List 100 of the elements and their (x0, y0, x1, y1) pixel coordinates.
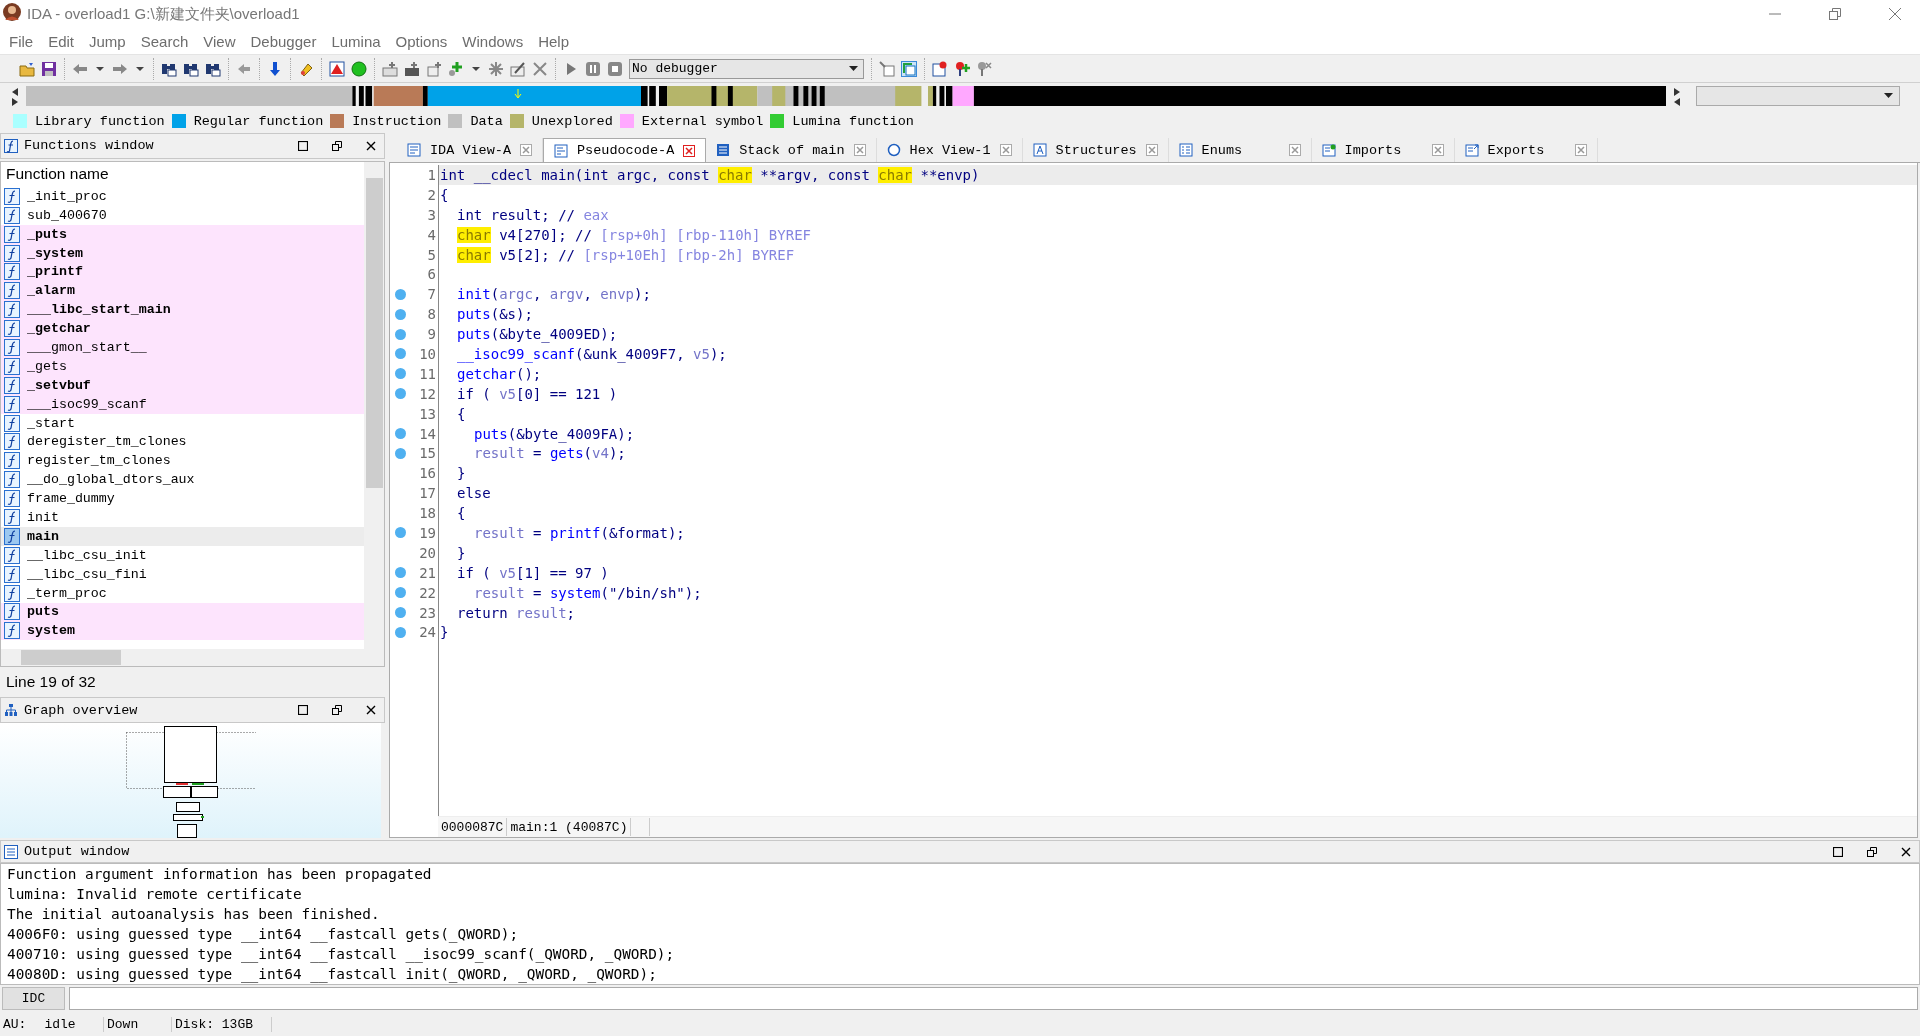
maximize-icon[interactable] (298, 705, 308, 716)
function-row[interactable]: _printf (1, 262, 364, 282)
navigation-band-drawing[interactable] (26, 86, 1666, 106)
pause-icon[interactable] (585, 60, 601, 77)
tab-close-icon[interactable] (1431, 144, 1444, 156)
close-icon[interactable] (366, 140, 376, 151)
column-header[interactable]: Function name (1, 161, 364, 187)
stop-icon[interactable] (607, 60, 623, 77)
menu-item[interactable]: Lumina (324, 32, 389, 50)
code-line: puts(&s); (456, 306, 533, 323)
menu-item[interactable]: File (2, 32, 42, 50)
tab-close-icon[interactable] (1145, 144, 1158, 156)
idc-button[interactable]: IDC (2, 987, 65, 1010)
line-number: 5 (427, 246, 436, 263)
function-row[interactable]: _getchar (1, 319, 364, 339)
function-row[interactable]: register_tm_clones (1, 451, 364, 471)
function-row[interactable]: deregister_tm_clones (1, 432, 364, 452)
function-row[interactable]: __do_global_dtors_aux (1, 470, 364, 490)
debugger-select[interactable]: No debugger (629, 58, 864, 79)
data-icon[interactable] (404, 60, 420, 77)
menu-item[interactable]: Help (531, 32, 577, 50)
plus-icon[interactable] (448, 60, 464, 77)
breakpoint-marker-icon[interactable] (395, 626, 406, 638)
breakpoint-marker-icon[interactable] (395, 447, 406, 459)
tab[interactable]: Stack of main (706, 138, 877, 162)
menu-item[interactable]: Search (133, 32, 197, 50)
tab-close-icon[interactable] (999, 144, 1012, 156)
function-row[interactable]: __libc_csu_init (1, 545, 364, 565)
close-icon[interactable] (1901, 846, 1911, 857)
function-row[interactable]: _puts (1, 224, 364, 244)
breakpoint-marker-icon[interactable] (395, 527, 406, 539)
function-row[interactable]: _init_proc (1, 186, 364, 206)
float-icon[interactable] (1867, 846, 1877, 857)
add-breakpoint-icon[interactable] (954, 60, 970, 77)
vertical-scrollbar[interactable] (364, 161, 384, 650)
tab[interactable]: Hex View-1 (876, 138, 1023, 162)
breakpoint-marker-icon[interactable] (395, 368, 406, 380)
ball-icon[interactable] (351, 60, 367, 77)
tab[interactable]: Imports (1311, 138, 1455, 162)
function-row[interactable]: _alarm (1, 281, 364, 301)
menu-item[interactable]: Debugger (243, 32, 325, 50)
float-icon[interactable] (332, 140, 342, 151)
command-input-field[interactable] (69, 987, 1918, 1010)
function-row[interactable]: _start (1, 413, 364, 433)
breakpoint-marker-icon[interactable] (395, 607, 406, 619)
line-number: 12 (419, 385, 436, 402)
function-row[interactable]: __libc_csu_fini (1, 564, 364, 584)
down-arrow-icon[interactable] (267, 60, 283, 77)
breakpoint-marker-icon[interactable] (395, 567, 406, 579)
function-row[interactable]: init (1, 508, 364, 527)
menu-item[interactable]: Windows (455, 32, 532, 50)
breakpoint-marker-icon[interactable] (395, 388, 406, 400)
menu-item[interactable]: Jump (82, 32, 134, 50)
tab-close-icon[interactable] (853, 144, 866, 156)
maximize-icon[interactable] (1833, 846, 1843, 857)
tab[interactable]: Enums (1168, 138, 1312, 162)
function-row[interactable]: puts (1, 602, 364, 622)
menu-item[interactable]: Edit (41, 32, 83, 50)
function-row[interactable]: main (1, 526, 364, 546)
float-icon[interactable] (332, 705, 342, 716)
horizontal-scrollbar[interactable] (1, 649, 384, 667)
tab[interactable]: Pseudocode-A (543, 138, 707, 162)
open-folder-icon[interactable] (19, 60, 35, 77)
code-icon[interactable] (382, 60, 398, 77)
breakpoint-list-icon[interactable] (932, 60, 948, 77)
scroll-arrows-icon[interactable] (1672, 86, 1682, 106)
edit-icon[interactable] (510, 60, 526, 77)
restore-icon[interactable] (1828, 7, 1842, 21)
breakpoint-marker-icon[interactable] (395, 288, 406, 300)
breakpoint-marker-icon[interactable] (395, 348, 406, 360)
close-icon[interactable] (366, 705, 376, 716)
remove-breakpoint-icon[interactable] (976, 60, 992, 77)
tab-close-icon[interactable] (1574, 144, 1587, 156)
breakpoint-marker-icon[interactable] (395, 428, 406, 439)
tab[interactable]: Exports (1454, 138, 1598, 162)
function-row[interactable]: frame_dummy (1, 489, 364, 509)
function-row[interactable]: sub_400670 (1, 205, 364, 225)
asterisk-icon[interactable] (488, 60, 504, 77)
scroll-arrows-icon[interactable] (10, 86, 20, 106)
warning-icon[interactable] (329, 60, 345, 77)
tab[interactable]: IDA View-A (397, 138, 543, 162)
struct-icon[interactable] (426, 60, 442, 77)
menu-item[interactable]: Options (388, 32, 456, 50)
app-logo-icon (2, 2, 22, 22)
function-row[interactable]: ___libc_start_main (1, 300, 364, 320)
tab-close-icon[interactable] (520, 144, 532, 156)
save-icon[interactable] (41, 60, 57, 77)
breakpoint-marker-icon[interactable] (395, 328, 406, 340)
tab-close-icon[interactable] (683, 144, 696, 157)
tab-close-icon[interactable] (1288, 144, 1301, 156)
maximize-icon[interactable] (298, 140, 308, 151)
tab[interactable]: Structures (1022, 138, 1169, 162)
breakpoint-marker-icon[interactable] (395, 308, 406, 320)
function-row[interactable]: _term_proc (1, 583, 364, 603)
x-icon[interactable] (532, 60, 548, 77)
menu-item[interactable]: View (196, 32, 244, 50)
status-label: Disk: 13GB (175, 1016, 253, 1032)
breakpoint-marker-icon[interactable] (395, 587, 406, 599)
function-row[interactable]: ___gmon_start__ (1, 338, 364, 357)
function-row[interactable]: system (1, 621, 364, 641)
